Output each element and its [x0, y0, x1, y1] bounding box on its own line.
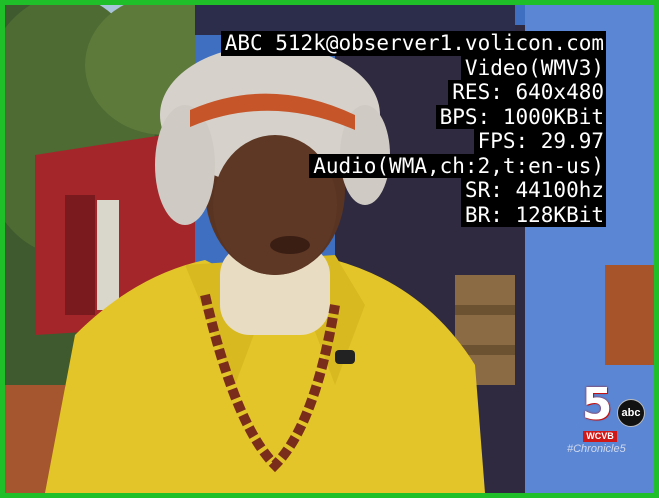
video-player[interactable]: ABC 512k@observer1.volicon.com Video(WMV…	[0, 0, 659, 498]
lapel-microphone	[335, 350, 355, 364]
video-codec-label: Video(WMV3)	[460, 55, 606, 80]
shed-door	[65, 195, 95, 315]
audio-codec-label: Audio(WMA,ch:2,t:en-us)	[309, 153, 606, 178]
audio-bitrate-label: BR: 128KBit	[460, 202, 606, 227]
wooden-planter	[605, 265, 654, 365]
bitrate-label: BPS: 1000KBit	[435, 104, 606, 129]
abc-network-icon: abc	[617, 399, 645, 427]
stream-info-overlay: ABC 512k@observer1.volicon.com Video(WMV…	[220, 31, 606, 227]
channel-number: 5	[581, 379, 613, 430]
call-sign: WCVB	[583, 431, 617, 442]
framerate-label: FPS: 29.97	[473, 129, 606, 154]
resolution-label: RES: 640x480	[448, 80, 606, 105]
mouth	[270, 236, 310, 254]
stream-source-label: ABC 512k@observer1.volicon.com	[220, 31, 606, 56]
station-logo: 5 abc WCVB #Chronicle5	[567, 377, 651, 455]
show-hashtag: #Chronicle5	[567, 443, 626, 455]
shed-sign	[97, 200, 119, 310]
sample-rate-label: SR: 44100hz	[460, 178, 606, 203]
gray-hair-left	[155, 105, 215, 225]
wooden-slat	[455, 305, 515, 315]
